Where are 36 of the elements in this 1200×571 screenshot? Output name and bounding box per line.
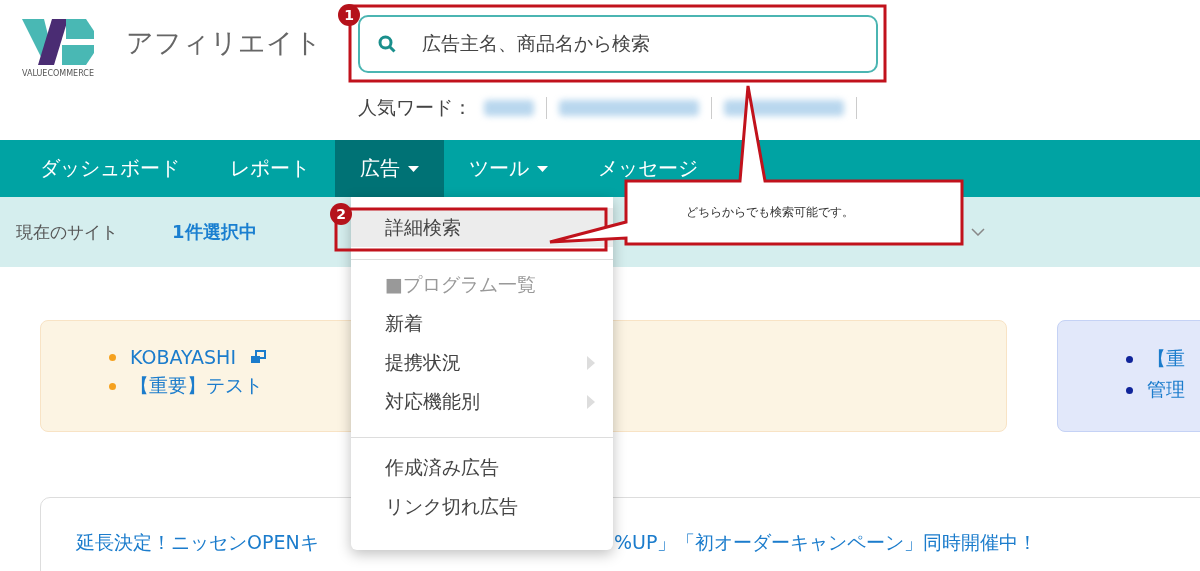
selected-site-count[interactable]: 1件選択中 [172, 220, 257, 244]
step-number: 1 [338, 4, 360, 26]
brand-name: VALUECOMMERCE [22, 69, 94, 78]
menu-item[interactable]: 対応機能別 [351, 382, 613, 421]
caret-icon [408, 165, 419, 172]
popular-words-label: 人気ワード： [358, 95, 472, 120]
chevron-down-icon[interactable] [971, 228, 985, 236]
banner-link[interactable]: 延長決定！ニッセンOPENキ [76, 530, 319, 556]
blurred-word [484, 100, 534, 116]
nav-tab[interactable]: ダッシュボード [15, 140, 205, 197]
notice-link[interactable]: 【重 [1147, 346, 1185, 372]
search-icon [378, 35, 396, 53]
submenu-arrow-icon [587, 394, 595, 409]
caret-icon [537, 165, 548, 172]
current-site-label: 現在のサイト [16, 220, 119, 244]
menu-item[interactable]: リンク切れ広告 [351, 487, 613, 526]
nav-tab[interactable]: ツール [444, 140, 573, 197]
menu-heading: ■プログラム一覧 [384, 271, 537, 297]
banner-link[interactable]: %UP」「初オーダーキャンペーン」同時開催中！ [614, 530, 1038, 556]
notice-link[interactable]: KOBAYASHI [130, 346, 236, 368]
search-field[interactable]: 広告主名、商品名から検索 [358, 15, 878, 73]
nav-tab[interactable]: 広告 [335, 140, 444, 197]
notice-link[interactable]: 管理 [1147, 377, 1185, 403]
menu-item[interactable]: 作成済み広告 [351, 448, 613, 487]
bullet-icon [1126, 386, 1133, 394]
bullet-icon [109, 382, 116, 390]
notice-link[interactable]: 【重要】テスト [130, 373, 263, 399]
submenu-arrow-icon [587, 355, 595, 370]
external-link-icon [250, 350, 266, 364]
app-title: アフィリエイト [126, 26, 323, 60]
tooltip-text: どちらからでも検索可能です。 [686, 204, 854, 221]
menu-item[interactable]: 新着 [351, 304, 613, 343]
nav-tab[interactable]: レポート [205, 140, 335, 197]
bullet-icon [1126, 355, 1133, 363]
bullet-icon [109, 353, 116, 361]
menu-item[interactable]: 提携状況 [351, 343, 613, 382]
